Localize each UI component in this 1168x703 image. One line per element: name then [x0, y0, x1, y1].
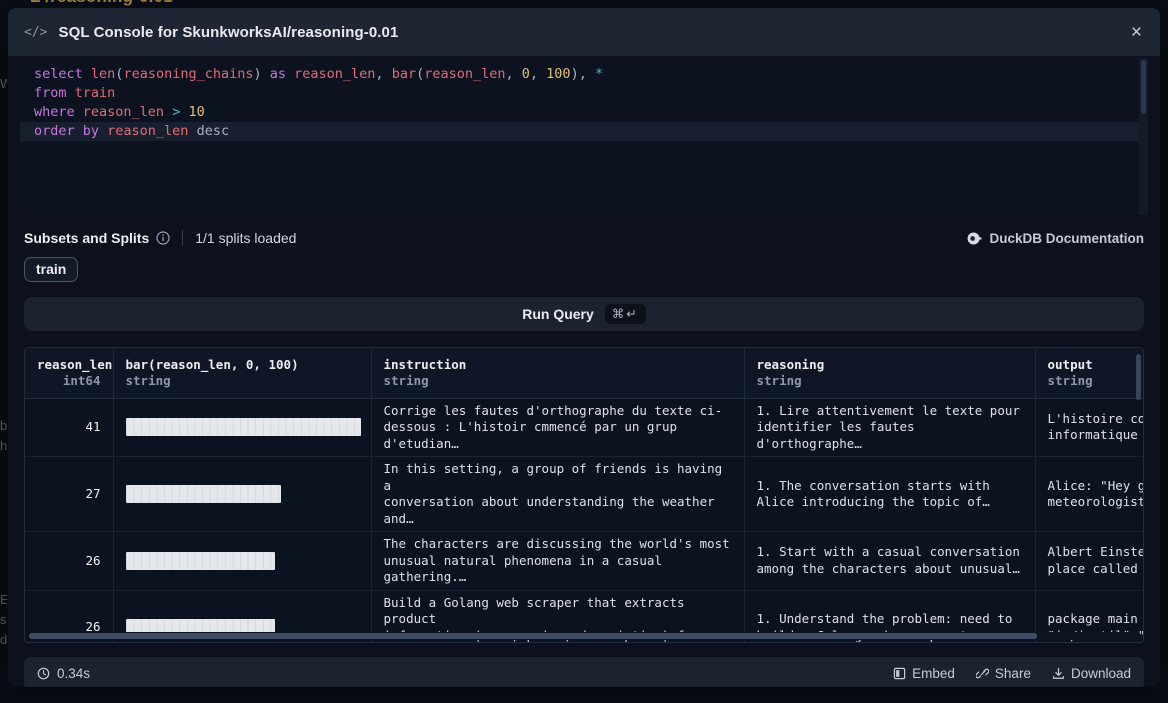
sql-editor[interactable]: select len(reasoning_chains) as reason_l…: [20, 65, 1148, 141]
cell-output: Alice: "Hey g meteorologist: [1035, 457, 1144, 532]
share-button[interactable]: Share: [976, 666, 1031, 681]
duckdb-link-label: DuckDB Documentation: [989, 231, 1144, 246]
bar-visualization: [126, 552, 276, 570]
divider: [182, 230, 183, 246]
code-icon: </>: [24, 25, 47, 40]
download-button[interactable]: Download: [1052, 666, 1131, 681]
cell-instruction: Corrige les fautes d'orthographe du text…: [371, 398, 744, 457]
splits-loaded-status: 1/1 splits loaded: [195, 230, 296, 246]
share-label: Share: [995, 666, 1031, 681]
table-horizontal-scrollbar[interactable]: [27, 632, 1141, 640]
sql-console-modal: </> SQL Console for SkunkworksAI/reasoni…: [8, 8, 1160, 687]
sql-editor-wrap: select len(reasoning_chains) as reason_l…: [20, 58, 1148, 215]
close-button[interactable]: ×: [1131, 23, 1142, 42]
embed-label: Embed: [912, 666, 955, 681]
column-header-reasoning[interactable]: reasoningstring: [744, 348, 1035, 398]
run-query-label: Run Query: [522, 306, 594, 322]
scrollbar-thumb[interactable]: [29, 633, 1037, 639]
column-header-output[interactable]: outputstring: [1035, 348, 1144, 398]
footer-actions: Embed Share Download: [893, 666, 1131, 681]
editor-scrollbar[interactable]: [1139, 58, 1148, 215]
table-row[interactable]: 27 In this setting, a group of friends is…: [25, 457, 1144, 532]
results-table: reason_lenint64bar(reason_len, 0, 100)st…: [24, 347, 1144, 643]
bar-visualization: [126, 485, 281, 503]
cell-bar: [113, 457, 371, 532]
cell-reasoning: 1. The conversation starts with Alice in…: [744, 457, 1035, 532]
results-footer: 0.34s Embed Share Download: [24, 657, 1144, 687]
backdrop-left-strip: WbhEsd: [0, 0, 7, 703]
modal-header: </> SQL Console for SkunkworksAI/reasoni…: [8, 8, 1160, 56]
cell-bar: [113, 398, 371, 457]
cell-reason-len: 41: [25, 398, 113, 457]
cell-output: Albert Einste place called: [1035, 532, 1144, 591]
column-header-reason_len[interactable]: reason_lenint64: [25, 348, 113, 398]
download-icon: [1052, 667, 1065, 680]
column-header-bar[interactable]: bar(reason_len, 0, 100)string: [113, 348, 371, 398]
embed-icon: [893, 667, 906, 680]
cell-instruction: In this setting, a group of friends is h…: [371, 457, 744, 532]
duckdb-documentation-link[interactable]: DuckDB Documentation: [967, 231, 1144, 246]
cell-instruction: The characters are discussing the world'…: [371, 532, 744, 591]
cell-reasoning: 1. Start with a casual conversation amon…: [744, 532, 1035, 591]
keyboard-shortcut-badge: ⌘↵: [605, 304, 646, 324]
table-body: 41 Corrige les fautes d'orthographe du te…: [25, 398, 1144, 643]
share-link-icon: [976, 667, 989, 680]
query-time: 0.34s: [37, 666, 90, 681]
info-icon[interactable]: [156, 231, 170, 245]
clock-icon: [37, 667, 50, 680]
modal-title: SQL Console for SkunkworksAI/reasoning-0…: [58, 24, 398, 41]
subsets-heading: Subsets and Splits: [24, 230, 149, 246]
download-label: Download: [1071, 666, 1131, 681]
code-line-active: order by reason_len desc: [20, 122, 1148, 141]
table-vertical-scrollbar[interactable]: [1136, 354, 1141, 400]
backdrop-page-title: L /reasoning-0.01: [30, 0, 173, 7]
cell-reason-len: 27: [25, 457, 113, 532]
code-line: from train: [20, 84, 1148, 103]
split-button-train[interactable]: train: [24, 257, 78, 282]
cell-bar: [113, 532, 371, 591]
cell-reason-len: 26: [25, 532, 113, 591]
query-time-value: 0.34s: [57, 666, 90, 681]
run-query-button[interactable]: Run Query ⌘↵: [24, 297, 1144, 331]
column-header-instruction[interactable]: instructionstring: [371, 348, 744, 398]
bar-visualization: [126, 418, 362, 436]
table-header-row: reason_lenint64bar(reason_len, 0, 100)st…: [25, 348, 1144, 398]
duckdb-logo-icon: [967, 231, 982, 246]
cell-reasoning: 1. Lire attentivement le texte pour iden…: [744, 398, 1035, 457]
embed-button[interactable]: Embed: [893, 666, 955, 681]
code-line: select len(reasoning_chains) as reason_l…: [20, 65, 1148, 84]
table-row[interactable]: 41 Corrige les fautes d'orthographe du te…: [25, 398, 1144, 457]
table-row[interactable]: 26 The characters are discussing the worl…: [25, 532, 1144, 591]
subsets-row: Subsets and Splits 1/1 splits loaded Duc…: [24, 230, 1144, 246]
code-line: where reason_len > 10: [20, 103, 1148, 122]
cell-output: L'histoire co informatique: [1035, 398, 1144, 457]
